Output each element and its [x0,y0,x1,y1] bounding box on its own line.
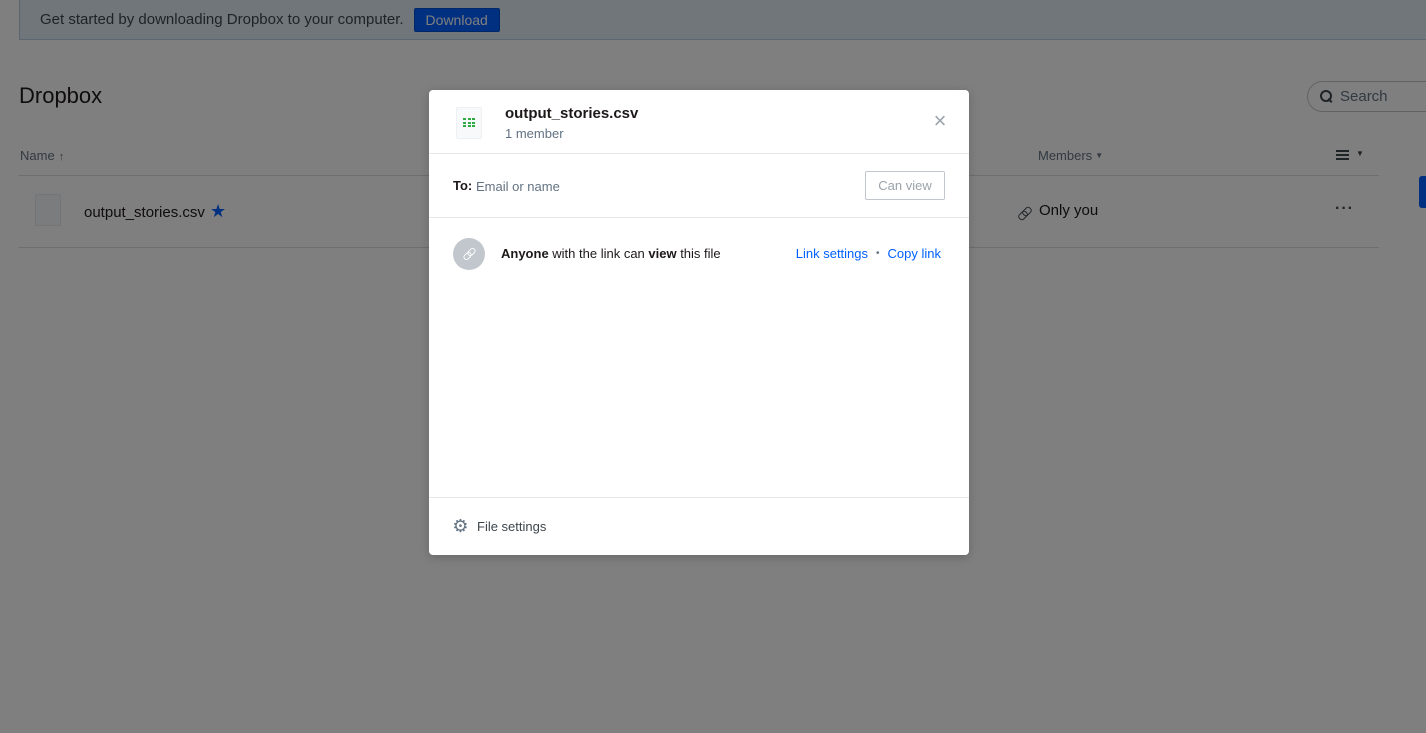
share-to-row: To: Can view [429,154,969,218]
to-label: To: [453,178,473,193]
share-modal: output_stories.csv 1 member × To: Can vi… [429,90,969,555]
close-icon[interactable]: × [929,110,951,132]
permission-dropdown[interactable]: Can view [865,171,945,200]
email-field[interactable] [476,175,856,197]
link-avatar [453,238,485,270]
modal-header: output_stories.csv 1 member × [429,90,969,154]
file-settings-link[interactable]: File settings [477,519,546,534]
link-view: view [648,246,677,261]
link-description: Anyone with the link can view this file [501,246,721,261]
shared-link-row: Anyone with the link can view this file … [429,222,969,286]
modal-title: output_stories.csv [505,105,639,122]
link-end: this file [676,246,721,261]
gear-icon[interactable]: ⚙ [452,517,469,535]
member-count: 1 member [505,126,564,141]
link-icon [463,248,475,260]
link-anyone: Anyone [501,246,549,261]
link-actions: Link settings • Copy link [796,246,941,261]
link-settings-link[interactable]: Link settings [796,246,868,261]
separator-dot: • [876,248,880,259]
modal-footer: ⚙ File settings [429,497,969,555]
link-mid: with the link can [548,246,649,261]
copy-link-link[interactable]: Copy link [888,246,941,261]
csv-file-icon [456,107,482,139]
